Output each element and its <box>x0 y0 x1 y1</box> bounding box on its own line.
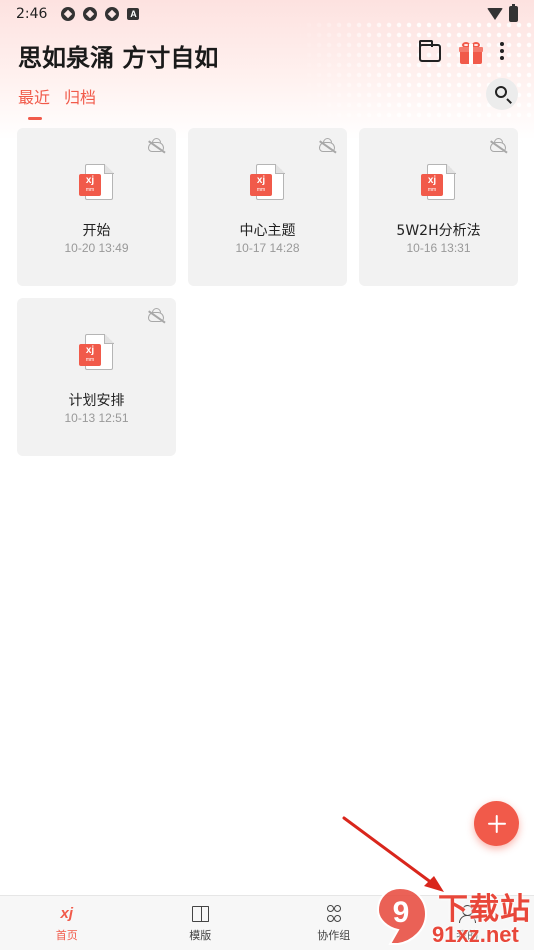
file-name: 计划安排 <box>68 393 125 409</box>
file-grid: xj mm 开始 10-20 13:49 xj mm 中心主题 10-17 14:2… <box>17 128 518 456</box>
search-button[interactable] <box>486 78 518 110</box>
watermark-badge-icon: 9 <box>376 886 428 945</box>
folder-icon[interactable] <box>419 40 441 62</box>
media-icon <box>105 7 120 21</box>
home-logo-icon: xj <box>60 905 73 922</box>
add-file-button[interactable] <box>474 801 519 846</box>
status-bar: 2:46 A <box>0 0 534 28</box>
mindmap-file-icon: xj mm <box>250 163 285 202</box>
tab-bar: 最近 归档 <box>18 84 96 120</box>
media-icon <box>61 7 76 21</box>
cloud-off-icon <box>148 312 164 322</box>
media-icon <box>83 7 98 21</box>
page-title: 思如泉涌 方寸自如 <box>18 44 219 72</box>
file-card[interactable]: xj mm 5W2H分析法 10-16 13:31 <box>359 128 518 286</box>
nav-label: 首页 <box>55 929 78 942</box>
gift-icon[interactable] <box>459 42 483 64</box>
tab-recent[interactable]: 最近 <box>18 84 50 120</box>
file-date: 10-16 13:31 <box>406 241 471 255</box>
system-status-icons <box>487 4 518 22</box>
file-date: 10-13 12:51 <box>64 411 129 425</box>
mindmap-file-icon: xj mm <box>421 163 456 202</box>
more-vertical-icon[interactable] <box>499 42 505 62</box>
search-icon <box>495 86 507 98</box>
mindmap-file-icon: xj mm <box>79 333 114 372</box>
team-icon <box>323 904 345 924</box>
mindmap-file-icon: xj mm <box>79 163 114 202</box>
file-date: 10-20 13:49 <box>64 241 129 255</box>
nav-home[interactable]: xj 首页 <box>0 896 134 950</box>
nav-label: 模版 <box>189 929 212 942</box>
tab-archive[interactable]: 归档 <box>64 84 96 116</box>
svg-text:9: 9 <box>393 896 410 929</box>
file-card[interactable]: xj mm 计划安排 10-13 12:51 <box>17 298 176 456</box>
battery-icon <box>509 4 518 22</box>
file-date: 10-17 14:28 <box>235 241 300 255</box>
status-time: 2:46 <box>16 6 48 22</box>
a-icon: A <box>127 8 140 20</box>
file-name: 开始 <box>82 223 111 239</box>
watermark-bottom-text: 91xz.net <box>432 922 519 947</box>
cloud-off-icon <box>148 142 164 152</box>
cloud-off-icon <box>319 142 335 152</box>
cloud-off-icon <box>490 142 506 152</box>
file-name: 5W2H分析法 <box>396 223 481 239</box>
nav-templates[interactable]: 模版 <box>134 896 268 950</box>
watermark-logo: 9 下载站 91xz.net <box>362 882 534 950</box>
template-book-icon <box>189 904 211 924</box>
file-card[interactable]: xj mm 开始 10-20 13:49 <box>17 128 176 286</box>
wifi-icon <box>487 8 503 20</box>
file-name: 中心主题 <box>239 223 296 239</box>
notification-icons: A <box>61 7 140 21</box>
file-card[interactable]: xj mm 中心主题 10-17 14:28 <box>188 128 347 286</box>
